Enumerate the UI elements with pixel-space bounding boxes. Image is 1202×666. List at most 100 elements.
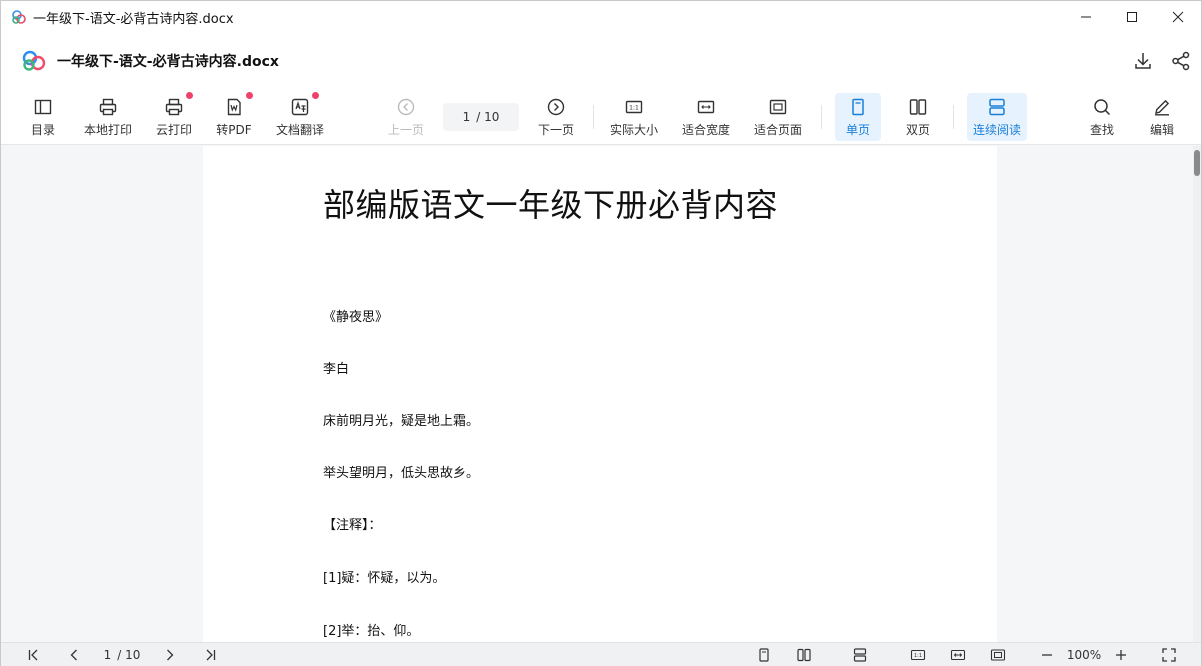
translate-button[interactable]: 文档翻译: [273, 92, 327, 141]
skip-to-first-icon: [28, 649, 38, 661]
fit-width-button[interactable]: 适合宽度: [679, 93, 733, 141]
share-icon: [1172, 51, 1190, 71]
find-label: 查找: [1089, 123, 1114, 137]
window-controls: [1063, 1, 1201, 33]
chevron-left-icon: [70, 649, 77, 661]
translate-label: 文档翻译: [275, 123, 324, 137]
status-fit-page-button[interactable]: [989, 646, 1007, 664]
current-page-number: 1: [462, 110, 471, 124]
printer-icon: [99, 98, 117, 116]
document-paragraph: [1]疑：怀疑，以为。: [323, 571, 446, 586]
svg-text:1:1: 1:1: [629, 105, 639, 112]
fit-page-icon: [990, 649, 1006, 661]
convert-pdf-label: 转PDF: [216, 123, 252, 137]
continuous-reading-button[interactable]: 连续阅读: [967, 93, 1027, 141]
document-viewport[interactable]: 部编版语文一年级下册必背内容 《静夜思》 李白 床前明月光，疑是地上霜。 举头望…: [1, 146, 1193, 642]
document-page: 部编版语文一年级下册必背内容 《静夜思》 李白 床前明月光，疑是地上霜。 举头望…: [203, 146, 997, 642]
first-page-button[interactable]: [25, 646, 43, 664]
share-button[interactable]: [1169, 49, 1193, 73]
fit-width-icon: [950, 649, 966, 661]
convert-pdf-button[interactable]: 转PDF: [213, 92, 255, 141]
viewer-toolbar: 目录 本地打印 云打印 转PDF 文档翻译 上一页 1 / 10 下一页 1:1…: [1, 89, 1201, 145]
download-button[interactable]: [1131, 49, 1155, 73]
fit-width-icon: [697, 100, 715, 114]
chevron-right-icon: [167, 649, 174, 661]
continuous-reading-label: 连续阅读: [972, 123, 1021, 137]
fit-page-label: 适合页面: [753, 123, 802, 137]
skip-to-last-icon: [206, 649, 216, 661]
baidu-netdisk-logo-icon: [22, 50, 46, 71]
actual-size-icon: 1:1: [910, 649, 926, 661]
actual-size-button[interactable]: 1:1 实际大小: [607, 93, 661, 141]
fit-width-label: 适合宽度: [681, 123, 730, 137]
document-paragraph: 床前明月光，疑是地上霜。: [323, 414, 480, 429]
new-badge-dot: [186, 92, 193, 99]
next-page-label: 下一页: [537, 123, 574, 137]
toolbar-divider: [821, 105, 822, 129]
find-button[interactable]: 查找: [1083, 93, 1121, 141]
zoom-in-button[interactable]: [1113, 646, 1129, 664]
prev-page-button[interactable]: 上一页: [385, 93, 427, 141]
fullscreen-icon: [1162, 648, 1176, 662]
zoom-level[interactable]: 100%: [1063, 646, 1105, 664]
status-current-page: 1: [103, 648, 112, 662]
close-icon: [1172, 11, 1184, 23]
status-page-indicator[interactable]: 1 / 10: [97, 646, 147, 664]
prev-page-label: 上一页: [387, 123, 424, 137]
download-icon: [1135, 53, 1151, 69]
document-paragraph: [2]举：抬、仰。: [323, 624, 420, 639]
status-continuous-button[interactable]: [851, 646, 869, 664]
status-double-page-button[interactable]: [795, 646, 813, 664]
vertical-scrollbar[interactable]: [1193, 146, 1201, 642]
minimize-button[interactable]: [1063, 1, 1109, 33]
search-icon: [1094, 99, 1111, 116]
word-to-pdf-icon: [227, 98, 241, 116]
document-title: 一年级下-语文-必背古诗内容.docx: [57, 54, 279, 70]
chevron-left-circle-icon: [397, 98, 415, 116]
plus-icon: [1116, 650, 1126, 660]
document-paragraph: 《静夜思》: [323, 310, 389, 325]
single-page-icon: [759, 648, 769, 662]
status-fit-width-button[interactable]: [949, 646, 967, 664]
double-page-button[interactable]: 双页: [895, 93, 941, 141]
zoom-out-button[interactable]: [1039, 646, 1055, 664]
page-number-input[interactable]: 1 / 10: [443, 103, 519, 131]
edit-label: 编辑: [1149, 123, 1174, 137]
fit-page-icon: [769, 99, 787, 115]
cloud-print-button[interactable]: 云打印: [153, 92, 195, 141]
window-titlebar: 一年级下-语文-必背古诗内容.docx: [1, 1, 1201, 33]
minimize-icon: [1081, 16, 1091, 18]
actual-size-label: 实际大小: [609, 123, 658, 137]
close-button[interactable]: [1155, 1, 1201, 33]
fit-page-button[interactable]: 适合页面: [751, 93, 805, 141]
status-total-pages: / 10: [117, 648, 141, 662]
fullscreen-button[interactable]: [1161, 646, 1177, 664]
window-title: 一年级下-语文-必背古诗内容.docx: [33, 11, 234, 27]
prev-page-small-button[interactable]: [65, 646, 83, 664]
status-actual-size-button[interactable]: 1:1: [909, 646, 927, 664]
toc-button[interactable]: 目录: [27, 93, 59, 141]
app-logo-icon: [12, 10, 26, 24]
continuous-scroll-icon: [989, 98, 1005, 116]
document-heading: 部编版语文一年级下册必背内容: [323, 186, 779, 224]
next-page-small-button[interactable]: [161, 646, 179, 664]
status-bar: 1 / 10 1:1 100%: [1, 642, 1201, 666]
new-badge-dot: [312, 92, 319, 99]
edit-button[interactable]: 编辑: [1143, 93, 1181, 141]
single-page-button[interactable]: 单页: [835, 93, 881, 141]
app-header: 一年级下-语文-必背古诗内容.docx: [1, 33, 1201, 89]
pencil-icon: [1155, 99, 1170, 116]
single-page-label: 单页: [845, 123, 870, 137]
chevron-right-circle-icon: [547, 98, 565, 116]
next-page-button[interactable]: 下一页: [535, 93, 577, 141]
local-print-button[interactable]: 本地打印: [81, 93, 135, 141]
status-single-page-button[interactable]: [755, 646, 773, 664]
document-paragraph: 举头望明月，低头思故乡。: [323, 466, 480, 481]
toc-label: 目录: [30, 123, 55, 137]
toolbar-divider: [953, 105, 954, 129]
double-page-icon: [909, 99, 927, 115]
maximize-icon: [1127, 12, 1137, 22]
maximize-button[interactable]: [1109, 1, 1155, 33]
scrollbar-thumb[interactable]: [1194, 150, 1200, 176]
last-page-button[interactable]: [201, 646, 219, 664]
